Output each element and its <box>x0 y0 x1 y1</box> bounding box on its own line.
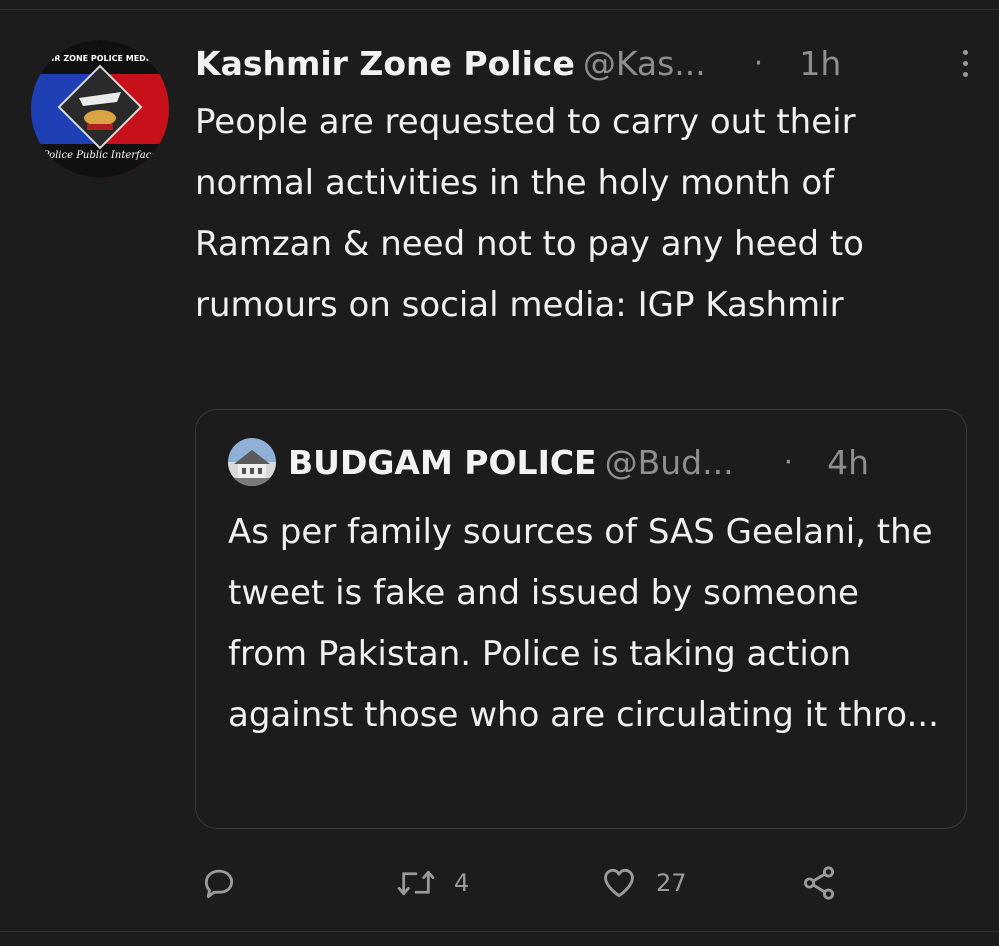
share-icon <box>803 866 835 900</box>
quoted-tweet[interactable]: BUDGAM POLICE @Bud... · 4h As per family… <box>195 409 967 829</box>
retweet-icon <box>397 870 435 896</box>
reply-icon <box>204 869 234 899</box>
retweet-count: 4 <box>454 869 470 897</box>
action-bar: 4 27 <box>0 858 999 908</box>
retweet-button[interactable]: 4 <box>396 858 469 908</box>
bottom-divider <box>0 931 999 932</box>
quote-time: 4h <box>827 442 870 482</box>
like-count: 27 <box>656 869 687 897</box>
quote-header: BUDGAM POLICE @Bud... · 4h <box>288 437 948 487</box>
author-handle[interactable]: @Kas... <box>583 44 706 83</box>
avatar-bottom-text: Police Public Interface <box>42 150 158 161</box>
share-button[interactable] <box>800 858 838 908</box>
heart-icon <box>604 868 634 898</box>
reply-button[interactable] <box>200 858 256 908</box>
top-divider <box>0 9 999 10</box>
quote-author-name: BUDGAM POLICE <box>288 442 597 482</box>
quote-author-handle: @Bud... <box>604 442 734 482</box>
more-vert-icon[interactable] <box>955 46 975 80</box>
like-button[interactable]: 27 <box>600 858 687 908</box>
quote-avatar <box>228 438 276 486</box>
author-name[interactable]: Kashmir Zone Police <box>195 44 575 83</box>
tweet-time[interactable]: 1h <box>799 44 841 83</box>
quote-text: As per family sources of SAS Geelani, th… <box>228 512 939 735</box>
header-separator: · <box>753 45 764 81</box>
tweet-text: People are requested to carry out their … <box>195 102 864 325</box>
quote-separator: · <box>783 444 794 480</box>
tweet-header: Kashmir Zone Police @Kas... · 1h <box>195 38 975 88</box>
building-photo-icon <box>228 438 276 486</box>
avatar-top-text: SHMIR ZONE POLICE MEDIA CEN <box>31 54 169 63</box>
author-avatar[interactable]: SHMIR ZONE POLICE MEDIA CEN Police Publi… <box>31 40 169 178</box>
